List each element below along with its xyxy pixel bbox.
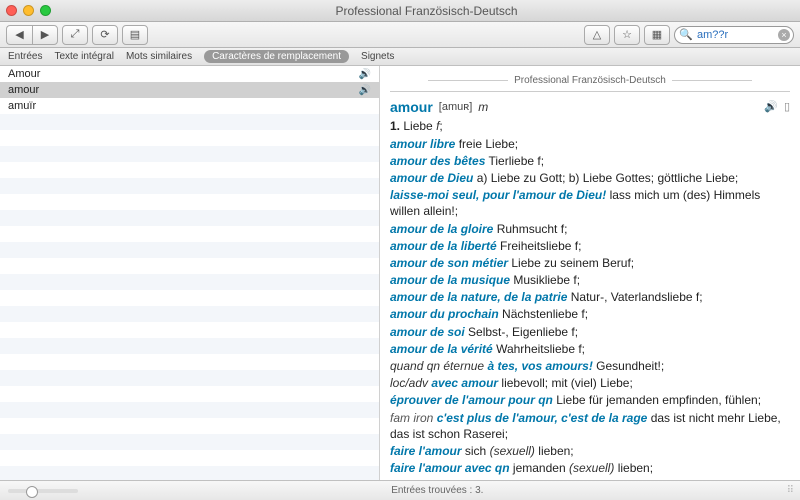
speaker-icon[interactable]: 🔊 [359,69,371,80]
tab-wildcard[interactable]: Caractères de remplacement [204,50,349,63]
main-area: Amour 🔊 amour 🔊 amuïr Professional Franz… [0,66,800,480]
forward-button[interactable]: ▶ [32,25,58,45]
headword: amour [390,98,433,117]
part-of-speech: m [478,99,488,115]
tab-bookmarks[interactable]: Signets [361,51,394,62]
sense-number: 1. [390,119,400,133]
window-title: Professional Französisch-Deutsch [59,4,794,18]
list-item[interactable]: Amour 🔊 [0,66,379,82]
pronunciation: [amuʀ] [439,100,472,115]
history-button[interactable]: ⟳ [92,25,118,45]
zoom-icon[interactable] [40,5,51,16]
nav-buttons: ◀ ▶ [6,25,58,45]
list-item-label: Amour [8,68,40,80]
clear-search-icon[interactable]: × [778,29,790,41]
book-button[interactable]: ▤ [122,25,148,45]
dictionary-label: Professional Französisch-Deutsch [390,74,790,92]
back-button[interactable]: ◀ [6,25,32,45]
zoom-slider[interactable] [8,489,78,493]
expand-button[interactable]: ⤢ [62,25,88,45]
status-bar: Entrées trouvées : 3. ⠿ [0,480,800,500]
list-item-label: amour [8,84,39,96]
triangle-button[interactable]: △ [584,25,610,45]
list-item[interactable]: amour 🔊 [0,82,379,98]
search-icon: 🔍 [679,28,693,41]
close-icon[interactable] [6,5,17,16]
status-text: Entrées trouvées : 3. [88,485,787,496]
minimize-icon[interactable] [23,5,34,16]
resize-grip-icon[interactable]: ⠿ [787,485,792,496]
tab-entries[interactable]: Entrées [8,51,42,62]
list-item-label: amuïr [8,100,36,112]
entry-content: Professional Französisch-Deutsch amour [… [380,66,800,480]
window-controls [6,5,51,16]
tab-fulltext[interactable]: Texte intégral [54,51,113,62]
search-field-wrap: 🔍 × [674,26,794,44]
titlebar: Professional Französisch-Deutsch [0,0,800,22]
copy-icon[interactable]: ▯ [784,100,790,115]
toolbar: ◀ ▶ ⤢ ⟳ ▤ △ ☆ ▦ 🔍 × [0,22,800,48]
list-item[interactable]: amuïr [0,98,379,114]
speaker-icon[interactable]: 🔊 [359,85,371,96]
grid-button[interactable]: ▦ [644,25,670,45]
results-sidebar: Amour 🔊 amour 🔊 amuïr [0,66,380,480]
tab-bar: Entrées Texte intégral Mots similaires C… [0,48,800,66]
tab-similar[interactable]: Mots similaires [126,51,192,62]
audio-icon[interactable]: 🔊 [764,100,778,115]
star-button[interactable]: ☆ [614,25,640,45]
